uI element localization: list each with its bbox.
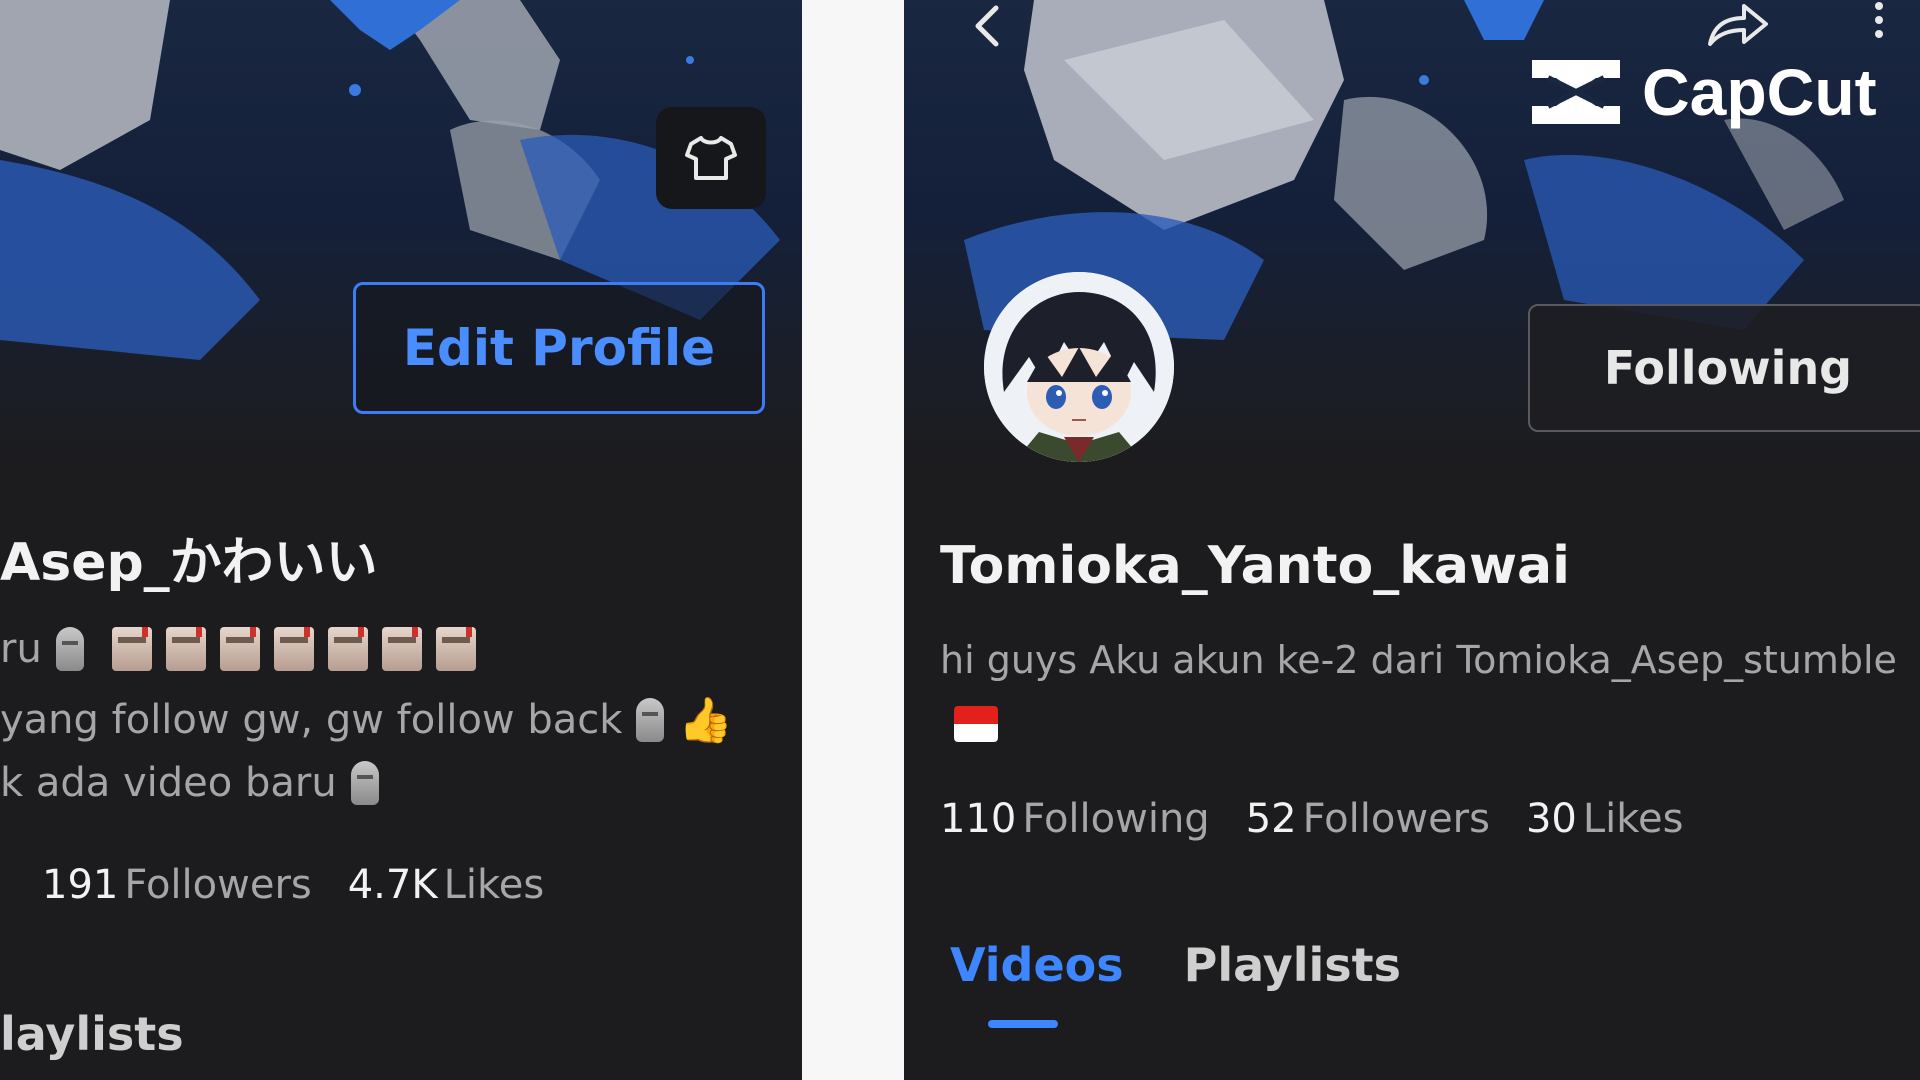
back-icon[interactable]: [964, 2, 1014, 52]
likes-count[interactable]: 4.7K: [348, 862, 438, 908]
package-emoji: [327, 627, 368, 671]
following-button[interactable]: Following: [1528, 304, 1920, 432]
outfit-button[interactable]: [656, 107, 766, 209]
package-emoji-row: [111, 627, 476, 671]
share-icon[interactable]: [1704, 0, 1774, 50]
package-emoji: [273, 627, 314, 671]
capcut-logo-icon: [1532, 60, 1620, 124]
following-label: Following: [1022, 796, 1210, 842]
package-emoji: [219, 627, 260, 671]
bio-text: yang follow gw, gw follow back: [0, 697, 623, 743]
following-count[interactable]: 110: [940, 796, 1016, 842]
tab-playlists[interactable]: Playlists: [1184, 938, 1401, 992]
followers-label: Followers: [124, 862, 312, 908]
package-emoji: [111, 627, 152, 671]
indonesia-flag-emoji: [954, 706, 998, 742]
active-tab-indicator: [988, 1020, 1058, 1028]
bio-line-2: yang follow gw, gw follow back 👍: [0, 694, 733, 746]
profile-stats: 110 Following 52 Followers 30 Likes: [940, 796, 1719, 842]
profile-username: Tomioka_Yanto_kawai: [940, 536, 1570, 596]
package-emoji: [381, 627, 422, 671]
tab-playlists[interactable]: laylists: [0, 1007, 184, 1061]
panel-divider: [802, 0, 904, 1080]
avatar[interactable]: [984, 272, 1174, 462]
edit-profile-button[interactable]: Edit Profile: [353, 282, 765, 414]
package-emoji: [435, 627, 476, 671]
package-emoji: [165, 627, 206, 671]
thumbs-up-emoji: 👍: [678, 695, 734, 746]
profile-username: Asep_かわいい: [0, 533, 378, 593]
capcut-logo-text: CapCut: [1642, 55, 1877, 129]
likes-count[interactable]: 30: [1526, 796, 1577, 842]
profile-stats: 191 Followers 4.7K Likes: [42, 862, 580, 908]
bio-line-1: ru: [0, 626, 476, 672]
profile-bio: hi guys Aku akun ke-2 dari Tomioka_Asep_…: [940, 638, 1897, 682]
moai-emoji: [55, 627, 84, 671]
capcut-watermark: CapCut: [1526, 54, 1877, 130]
left-profile-panel: Edit Profile Asep_かわいい ru yang follow gw…: [0, 0, 802, 1080]
bio-text: k ada video baru: [0, 760, 337, 806]
followers-count[interactable]: 191: [42, 862, 118, 908]
avatar-image: [984, 272, 1174, 462]
bio-text: ru: [0, 626, 42, 672]
shirt-icon: [685, 136, 737, 180]
bio-line-3: k ada video baru: [0, 760, 379, 806]
profile-tabs: Videos Playlists: [950, 938, 1401, 992]
more-icon[interactable]: [1864, 0, 1894, 50]
followers-count[interactable]: 52: [1246, 796, 1297, 842]
moai-emoji: [636, 698, 665, 742]
likes-label: Likes: [1582, 796, 1684, 842]
likes-label: Likes: [443, 862, 545, 908]
moai-emoji: [350, 761, 379, 805]
tab-videos[interactable]: Videos: [950, 938, 1124, 992]
right-profile-panel: CapCut Following Tomioka_Yanto_kawai hi …: [904, 0, 1920, 1080]
followers-label: Followers: [1302, 796, 1490, 842]
